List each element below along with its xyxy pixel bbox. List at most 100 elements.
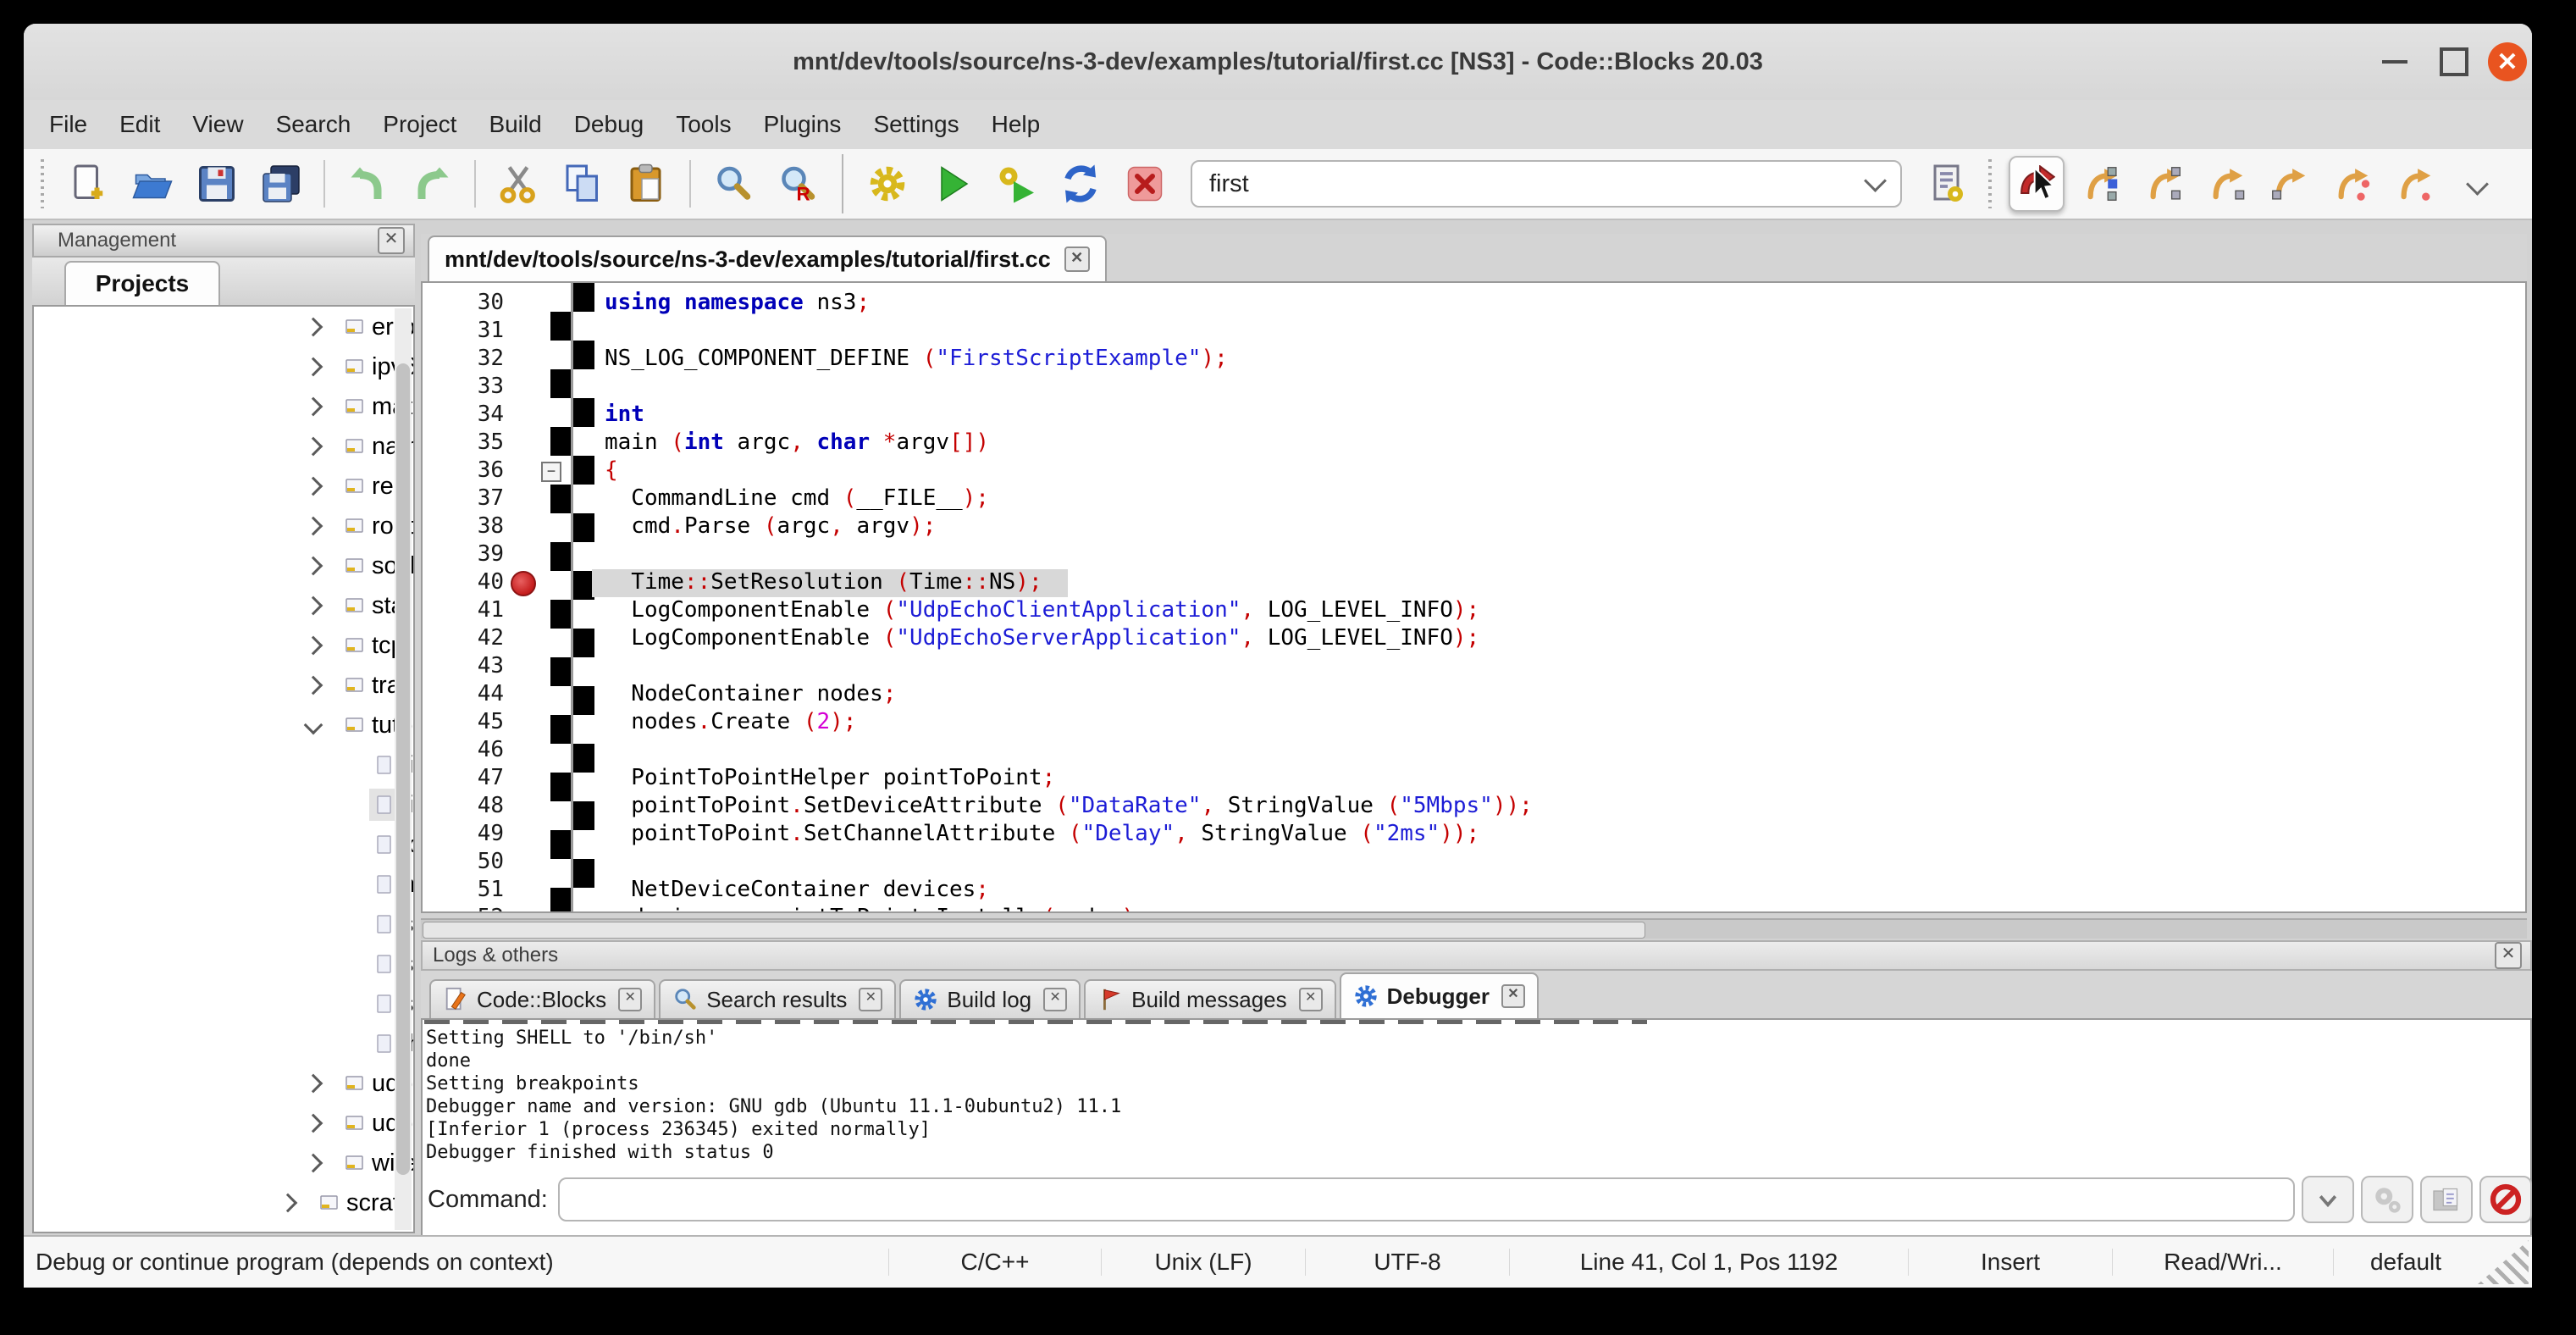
chevron-right-icon[interactable] xyxy=(304,318,323,337)
find-replace-icon[interactable]: R xyxy=(777,163,818,204)
line-number[interactable]: 44 xyxy=(423,681,504,706)
step-out-button[interactable] xyxy=(2263,158,2315,210)
tree-item-label[interactable]: rout xyxy=(340,510,395,542)
code-line-37[interactable]: 37 CommandLine cmd (__FILE__); xyxy=(423,485,2525,513)
line-number[interactable]: 52 xyxy=(423,905,504,913)
breakpoint-marker[interactable] xyxy=(511,571,536,596)
close-button[interactable]: ✕ xyxy=(2478,24,2532,100)
new-file-icon[interactable] xyxy=(68,163,108,204)
tree-item-fif[interactable]: fif xyxy=(34,745,413,784)
abort-build-icon[interactable] xyxy=(1125,163,1165,204)
tree-item-label[interactable]: he xyxy=(369,868,395,900)
tree-item-nam[interactable]: nam xyxy=(34,426,413,466)
step-into-button[interactable] xyxy=(2200,158,2253,210)
tree-item-tuto[interactable]: tuto xyxy=(34,705,413,745)
tree-item-udp[interactable]: udp xyxy=(34,1063,413,1103)
undo-icon[interactable] xyxy=(347,163,388,204)
code-line-44[interactable]: 44 NodeContainer nodes; xyxy=(423,681,2525,709)
editor-tab-close-icon[interactable]: ✕ xyxy=(1064,247,1090,272)
find-icon[interactable] xyxy=(713,163,754,204)
line-number[interactable]: 51 xyxy=(423,877,504,902)
tree-item-label[interactable]: src xyxy=(314,1227,395,1233)
combo-chevron-down-icon[interactable] xyxy=(1864,169,1887,192)
fold-marker[interactable]: − xyxy=(541,462,561,482)
tree-item-rout[interactable]: rout xyxy=(34,506,413,546)
tree-item-label[interactable]: tcp xyxy=(340,629,395,662)
command-input[interactable] xyxy=(558,1177,2295,1221)
line-number[interactable]: 30 xyxy=(423,290,504,315)
logs-close-icon[interactable]: ✕ xyxy=(2495,942,2522,969)
line-number[interactable]: 46 xyxy=(423,737,504,762)
line-number[interactable]: 32 xyxy=(423,346,504,371)
next-line-button[interactable] xyxy=(2137,158,2190,210)
line-number[interactable]: 31 xyxy=(423,318,504,343)
chevron-right-icon[interactable] xyxy=(304,397,323,417)
code-line-31[interactable]: 31 xyxy=(423,318,2525,346)
tree-item-udp-[interactable]: udp- xyxy=(34,1103,413,1143)
line-number[interactable]: 33 xyxy=(423,374,504,399)
menu-build[interactable]: Build xyxy=(489,111,541,138)
tree-vertical-scrollbar[interactable] xyxy=(395,308,412,1230)
tree-item-label[interactable]: mat xyxy=(340,391,395,423)
toolbar-overflow-chevron-icon[interactable] xyxy=(2466,173,2489,196)
chevron-right-icon[interactable] xyxy=(304,596,323,616)
tree-item-label[interactable]: scratch xyxy=(314,1187,395,1219)
command-dropdown-button[interactable] xyxy=(2302,1176,2354,1223)
menu-file[interactable]: File xyxy=(49,111,87,138)
save-all-icon[interactable] xyxy=(261,163,301,204)
tree-item-tcp[interactable]: tcp xyxy=(34,625,413,665)
build-icon[interactable] xyxy=(867,163,908,204)
tree-item-sock[interactable]: sock xyxy=(34,546,413,585)
tree-item-label[interactable]: stat xyxy=(340,590,395,622)
next-instruction-button[interactable] xyxy=(2325,158,2378,210)
menu-project[interactable]: Project xyxy=(383,111,456,138)
paste-icon[interactable] xyxy=(627,163,667,204)
tree-item-label[interactable]: si xyxy=(369,988,395,1020)
build-target-combo[interactable]: first xyxy=(1191,160,1902,208)
tree-item-label[interactable]: th xyxy=(369,1028,395,1060)
code-line-38[interactable]: 38 cmd.Parse (argc, argv); xyxy=(423,513,2525,541)
tree-item-label[interactable]: fif xyxy=(369,749,395,781)
code-line-43[interactable]: 43 xyxy=(423,653,2525,681)
code-line-39[interactable]: 39 xyxy=(423,541,2525,569)
toolbar-grip[interactable] xyxy=(1988,159,1995,208)
tree-item-label[interactable]: sock xyxy=(340,550,395,582)
tree-item-label[interactable]: reall xyxy=(340,470,395,502)
code-line-32[interactable]: 32NS_LOG_COMPONENT_DEFINE ("FirstScriptE… xyxy=(423,346,2525,374)
titlebar[interactable]: mnt/dev/tools/source/ns-3-dev/examples/t… xyxy=(24,24,2532,100)
menu-plugins[interactable]: Plugins xyxy=(764,111,842,138)
tree-item-label[interactable]: tuto xyxy=(340,709,395,741)
line-number[interactable]: 35 xyxy=(423,429,504,455)
code-line-42[interactable]: 42 LogComponentEnable ("UdpEchoServerApp… xyxy=(423,625,2525,653)
tree-item-se[interactable]: se xyxy=(34,904,413,944)
tree-item-label[interactable]: fo xyxy=(369,828,395,861)
line-number[interactable]: 37 xyxy=(423,485,504,511)
tree-item-label[interactable]: wire xyxy=(340,1147,395,1179)
tree-item-traf[interactable]: traf xyxy=(34,665,413,705)
line-number[interactable]: 43 xyxy=(423,653,504,679)
editor-tab-first-cc[interactable]: mnt/dev/tools/source/ns-3-dev/examples/t… xyxy=(428,235,1107,281)
editor-hscrollbar-thumb[interactable] xyxy=(423,922,1645,939)
project-tree[interactable]: erroipv6matnamreallroutsockstattcptraftu… xyxy=(32,305,415,1233)
line-number[interactable]: 41 xyxy=(423,597,504,623)
debug-continue-button[interactable] xyxy=(2009,156,2065,212)
line-number[interactable]: 38 xyxy=(423,513,504,539)
logs-tab-close-icon[interactable]: ✕ xyxy=(859,988,882,1011)
chevron-down-icon[interactable] xyxy=(304,716,323,735)
build-and-run-icon[interactable] xyxy=(996,163,1036,204)
line-number[interactable]: 36 xyxy=(423,457,504,483)
logs-tab-build-log[interactable]: Build log✕ xyxy=(899,979,1081,1018)
code-editor[interactable]: 30using namespace ns3;3132NS_LOG_COMPONE… xyxy=(421,281,2527,913)
line-number[interactable]: 40 xyxy=(423,569,504,595)
save-file-icon[interactable] xyxy=(196,163,237,204)
management-close-icon[interactable]: ✕ xyxy=(378,227,405,254)
code-line-48[interactable]: 48 pointToPoint.SetDeviceAttribute ("Dat… xyxy=(423,793,2525,821)
open-file-icon[interactable] xyxy=(132,163,173,204)
logs-tab-close-icon[interactable]: ✕ xyxy=(1299,988,1323,1011)
code-line-35[interactable]: 35main (int argc, char *argv[]) xyxy=(423,429,2525,457)
logs-tab-code-blocks[interactable]: Code::Blocks✕ xyxy=(429,979,655,1018)
menu-search[interactable]: Search xyxy=(276,111,351,138)
menu-settings[interactable]: Settings xyxy=(873,111,959,138)
chevron-right-icon[interactable] xyxy=(279,1194,298,1213)
code-line-47[interactable]: 47 PointToPointHelper pointToPoint; xyxy=(423,765,2525,793)
